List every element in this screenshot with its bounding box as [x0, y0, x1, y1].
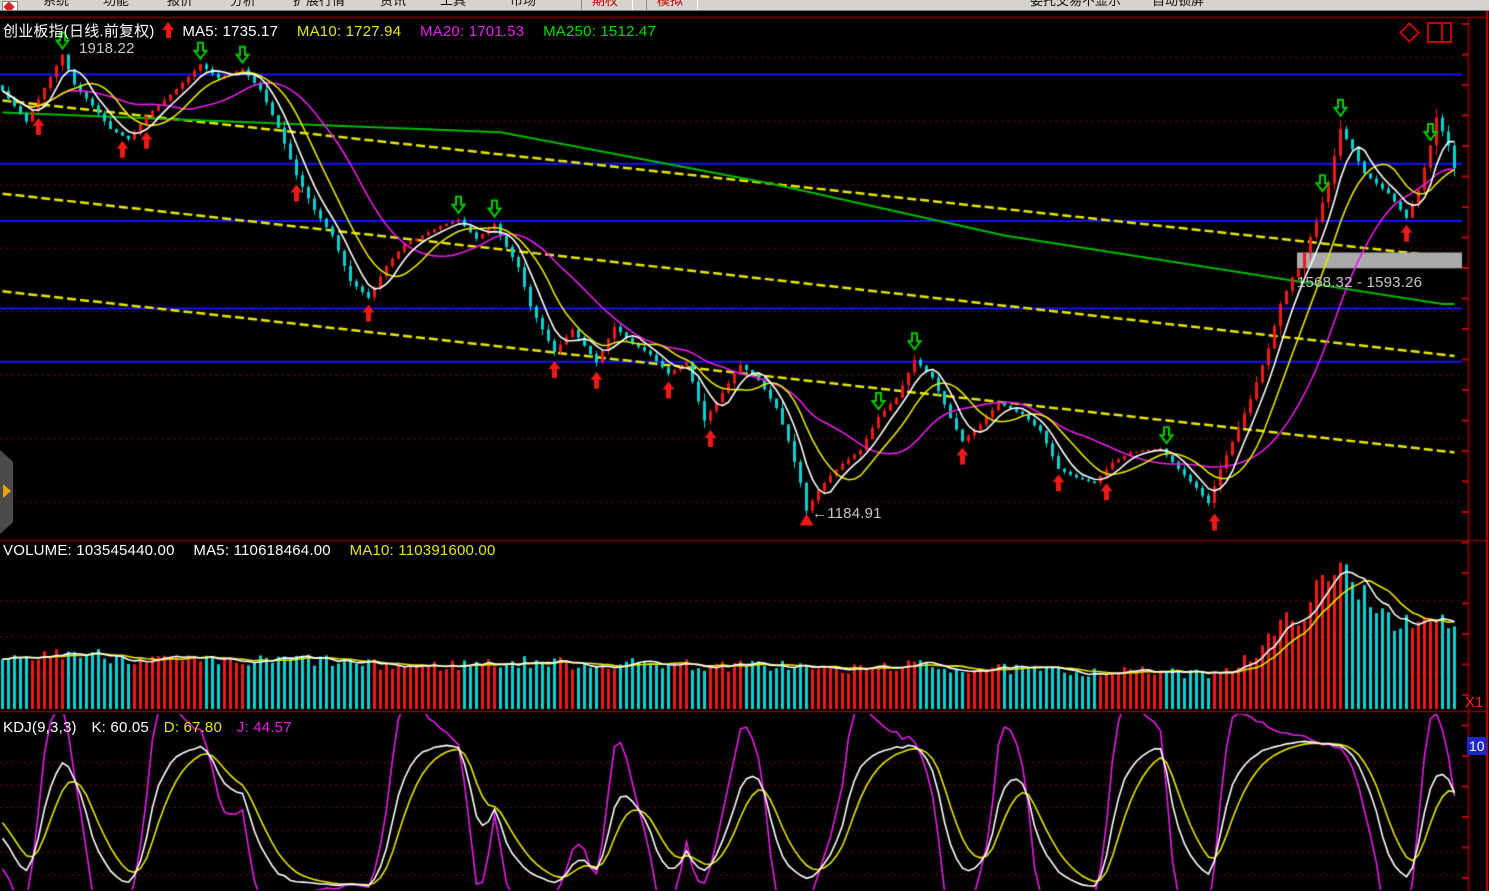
- kdj-d-value: 67.80: [183, 719, 222, 736]
- ma5-label: MA5:: [182, 23, 218, 40]
- chart-canvas[interactable]: [0, 0, 1489, 891]
- kdj-k-label: K:: [91, 719, 106, 736]
- volume-value: 103545440.00: [76, 542, 174, 559]
- ma20-label: MA20:: [420, 23, 464, 40]
- expand-arrow-icon: [3, 484, 11, 498]
- menu-market[interactable]: 市场: [510, 0, 536, 9]
- ma20-value: 1701.53: [469, 23, 525, 40]
- menubar-status-text: 委托交易不显示: [1030, 0, 1121, 9]
- ma250-value: 1512.47: [600, 23, 656, 40]
- menu-news[interactable]: 资讯: [380, 0, 406, 9]
- menu-simulation[interactable]: 模拟: [657, 0, 683, 9]
- menubar-lock-text[interactable]: 自动锁屏: [1152, 0, 1204, 9]
- menu-system[interactable]: 系统: [43, 0, 69, 9]
- volume-header: VOLUME: 103545440.00 MA5: 110618464.00 M…: [3, 542, 496, 559]
- ma10-value: 1727.94: [346, 23, 402, 40]
- kdj-scale-label: 10: [1467, 737, 1487, 755]
- volume-ma5-value: 110618464.00: [234, 542, 331, 559]
- volume-ma10-label: MA10:: [350, 542, 394, 559]
- low-price-annotation: ←1184.91: [812, 505, 882, 522]
- volume-label: VOLUME:: [3, 542, 72, 559]
- menu-options[interactable]: 期权: [592, 0, 618, 9]
- kdj-j-label: J:: [237, 719, 249, 736]
- menubar: 系统 功能 报价 分析 扩展行情 资讯 工具 市场 期权 模拟 委托交易不显示 …: [0, 0, 1489, 11]
- gap-range-annotation: 1568.32 - 1593.26: [1297, 274, 1422, 291]
- high-price-annotation: 1918.22: [79, 40, 135, 57]
- trading-app-window: 系统 功能 报价 分析 扩展行情 资讯 工具 市场 期权 模拟 委托交易不显示 …: [0, 0, 1489, 891]
- split-window-icon[interactable]: [1427, 22, 1452, 43]
- volume-ma5-label: MA5:: [193, 542, 229, 559]
- volume-axis-multiplier: X1: [1465, 694, 1483, 711]
- up-arrow-icon: [162, 22, 175, 38]
- ma10-label: MA10:: [297, 23, 341, 40]
- kdj-j-value: 44.57: [253, 719, 292, 736]
- main-chart-header: 创业板指(日线.前复权) MA5: 1735.17 MA10: 1727.94 …: [3, 20, 656, 41]
- menu-tools[interactable]: 工具: [440, 0, 466, 9]
- menu-extended-quotes[interactable]: 扩展行情: [293, 0, 345, 9]
- kdj-d-label: D:: [164, 719, 179, 736]
- menu-analysis[interactable]: 分析: [230, 0, 256, 9]
- menu-quotes[interactable]: 报价: [167, 0, 193, 9]
- kdj-k-value: 60.05: [110, 719, 149, 736]
- kdj-header: KDJ(9,3,3) K: 60.05 D: 67.80 J: 44.57: [3, 719, 292, 736]
- app-icon: [2, 1, 18, 11]
- kdj-name: KDJ(9,3,3): [3, 719, 77, 736]
- ma5-value: 1735.17: [223, 23, 279, 40]
- menu-function[interactable]: 功能: [103, 0, 129, 9]
- sidebar-expand-handle[interactable]: [0, 450, 13, 534]
- symbol-title: 创业板指(日线.前复权): [3, 23, 155, 40]
- volume-ma10-value: 110391600.00: [398, 542, 495, 559]
- ma250-label: MA250:: [543, 23, 596, 40]
